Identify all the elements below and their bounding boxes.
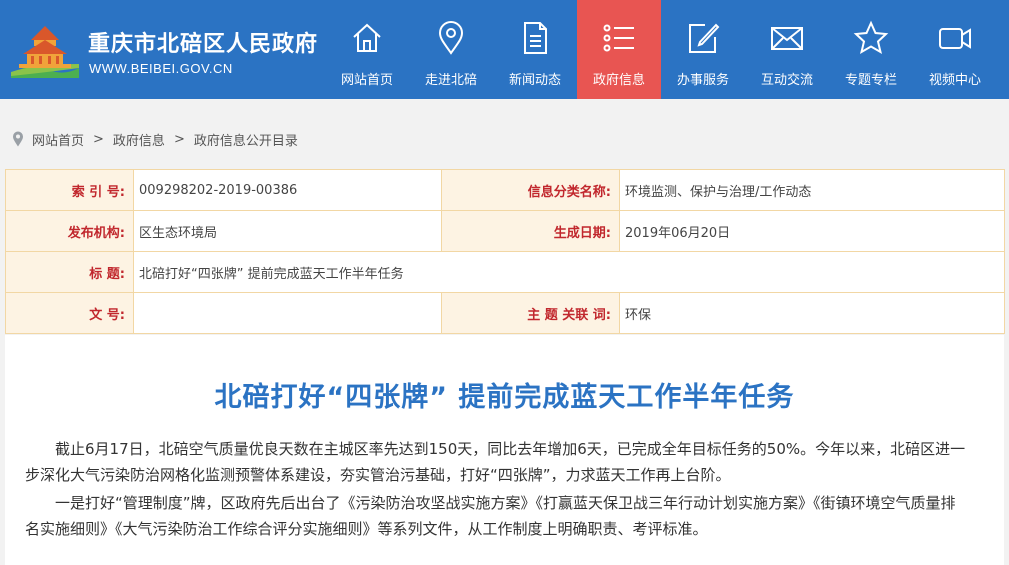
breadcrumb-government-info[interactable]: 政府信息 (113, 130, 165, 149)
breadcrumb-separator: > (173, 131, 185, 147)
nav-item-about-beibei[interactable]: 走进北碚 (409, 0, 493, 99)
table-row: 标 题: 北碚打好“四张牌” 提前完成蓝天工作半年任务 (5, 251, 1005, 293)
nav-label: 新闻动态 (508, 73, 561, 88)
nav-label: 政府信息 (592, 73, 645, 88)
star-icon (853, 20, 889, 55)
nav-label: 办事服务 (676, 73, 729, 88)
location-pin-icon (13, 131, 23, 147)
index-value: 009298202-2019-00386 (133, 169, 442, 211)
title-label: 标 题: (5, 251, 134, 293)
nav-label: 走进北碚 (424, 73, 477, 88)
article-paragraph: 一是打好“管理制度”牌，区政府先后出台了《污染防治攻坚战实施方案》《打赢蓝天保卫… (25, 494, 956, 538)
title-value: 北碚打好“四张牌” 提前完成蓝天工作半年任务 (133, 251, 1005, 293)
breadcrumb-info-directory[interactable]: 政府信息公开目录 (194, 130, 298, 149)
document-info-table: 索 引 号: 009298202-2019-00386 信息分类名称: 环境监测… (5, 169, 1005, 334)
category-label: 信息分类名称: (441, 169, 620, 211)
category-value: 环境监测、保护与治理/工作动态 (619, 169, 1005, 211)
table-row: 发布机构: 区生态环境局 生成日期: 2019年06月20日 (5, 210, 1005, 252)
docno-value (133, 292, 442, 334)
breadcrumb-separator: > (93, 131, 104, 147)
main-nav: 网站首页 走进北碚 新闻动态 政府信息 办事服务 互动交流 专题专栏 视频中心 (325, 0, 997, 99)
publisher-label: 发布机构: (5, 210, 134, 252)
article-title: 北碚打好“四张牌” 提前完成蓝天工作半年任务 (214, 382, 795, 413)
site-title[interactable]: 重庆市北碚区人民政府 (88, 26, 318, 58)
nav-item-news[interactable]: 新闻动态 (493, 0, 577, 99)
table-row: 文 号: 主 题 关联 词: 环保 (5, 292, 1005, 334)
article-paragraph: 截止6月17日，北碚空气质量优良天数在主城区率先达到150天，同比去年增加6天，… (25, 440, 966, 484)
article: 北碚打好“四张牌” 提前完成蓝天工作半年任务 截止6月17日，北碚空气质量优良天… (5, 335, 1004, 565)
publisher-value: 区生态环境局 (133, 210, 442, 252)
nav-item-video-center[interactable]: 视频中心 (913, 0, 997, 99)
nav-item-interaction[interactable]: 互动交流 (745, 0, 829, 99)
list-icon (603, 24, 634, 52)
document-icon (524, 22, 547, 54)
date-value: 2019年06月20日 (619, 210, 1005, 252)
site-header: 重庆市北碚区人民政府 WWW.BEIBEI.GOV.CN 网站首页 走进北碚 新… (0, 0, 1009, 99)
site-logo-icon[interactable] (9, 20, 81, 80)
location-pin-icon (438, 21, 464, 55)
table-row: 索 引 号: 009298202-2019-00386 信息分类名称: 环境监测… (5, 169, 1005, 211)
edit-icon (689, 23, 720, 53)
nav-label: 互动交流 (760, 73, 813, 88)
home-icon (353, 23, 381, 52)
date-label: 生成日期: (441, 210, 620, 252)
keywords-value: 环保 (619, 292, 1005, 334)
nav-label: 网站首页 (340, 73, 393, 88)
nav-label: 视频中心 (928, 73, 981, 88)
keywords-label: 主 题 关联 词: (441, 292, 620, 334)
mail-icon (771, 27, 803, 50)
nav-label: 专题专栏 (844, 73, 897, 88)
breadcrumb-home[interactable]: 网站首页 (32, 130, 84, 149)
nav-item-home[interactable]: 网站首页 (325, 0, 409, 99)
index-label: 索 引 号: (5, 169, 134, 211)
article-body: 截止6月17日，北碚空气质量优良天数在主城区率先达到150天，同比去年增加6天，… (25, 436, 970, 542)
site-url[interactable]: WWW.BEIBEI.GOV.CN (89, 61, 233, 76)
video-icon (939, 28, 971, 49)
nav-item-special-topics[interactable]: 专题专栏 (829, 0, 913, 99)
nav-item-government-info[interactable]: 政府信息 (577, 0, 661, 99)
nav-item-services[interactable]: 办事服务 (661, 0, 745, 99)
docno-label: 文 号: (5, 292, 134, 334)
breadcrumb: 网站首页 > 政府信息 > 政府信息公开目录 (12, 129, 298, 149)
